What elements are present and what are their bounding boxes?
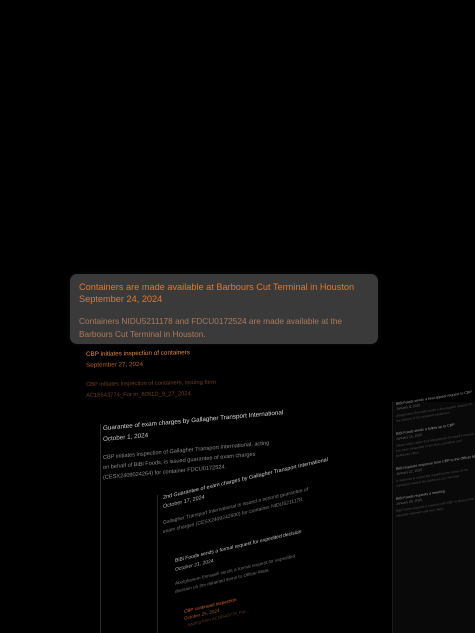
- featured-event-description: Containers NIDU5211178 and FDCU0172524 a…: [79, 316, 343, 339]
- side-timeline-entry[interactable]: BiBi Foods sends a final appeal request …: [396, 389, 475, 424]
- timeline-entry[interactable]: Guarantee of exam charges by Gallagher T…: [103, 409, 283, 483]
- featured-event-title: Containers are made available at Barbour…: [79, 282, 355, 292]
- timeline-entry-title: CBP initiates inspection of containers: [86, 349, 190, 358]
- timeline-rail: [157, 495, 158, 633]
- timeline-rail: [100, 424, 101, 633]
- side-timeline-entry[interactable]: BiBi requests response from CBP to the O…: [396, 454, 475, 489]
- side-timeline-entry[interactable]: BiBi Foods sends a follow up to CBP Janu…: [396, 419, 475, 459]
- featured-event-card[interactable]: Containers are made available at Barbour…: [70, 274, 378, 344]
- side-timeline-entry[interactable]: BiBi Foods requests a meeting January 29…: [396, 484, 475, 519]
- side-timeline-panel[interactable]: BiBi Foods sends a final appeal request …: [392, 390, 475, 633]
- timeline-entry-date: September 27, 2024: [86, 361, 144, 369]
- timeline-entry[interactable]: CBP initiates inspection of containers S…: [86, 348, 256, 402]
- featured-event-date: September 24, 2024: [79, 294, 163, 304]
- timeline-entry-description: CBP initiates inspection of containers, …: [86, 379, 217, 399]
